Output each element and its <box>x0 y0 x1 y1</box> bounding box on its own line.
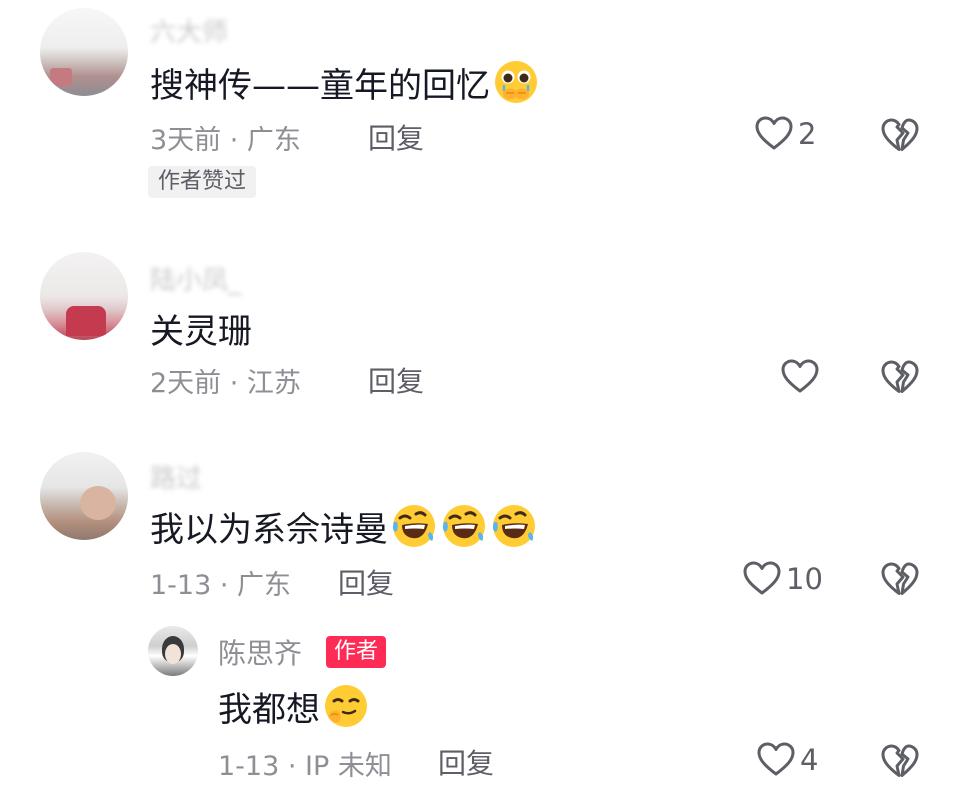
like-count: 4 <box>800 743 819 777</box>
comment-meta: 3天前 · 广东 <box>150 125 301 156</box>
author-liked-tag: 作者赞过 <box>148 166 257 198</box>
like-button[interactable]: 2 <box>754 114 816 154</box>
broken-heart-icon[interactable] <box>880 358 920 398</box>
broken-heart-icon[interactable] <box>880 742 920 782</box>
reply-text-content: 我都想 <box>218 689 320 730</box>
comment-text-content: 搜神传——童年的回忆 <box>150 65 490 106</box>
username[interactable]: 六大师 <box>150 12 228 49</box>
comment-text: 我以为系佘诗曼 <box>150 500 538 552</box>
reply-button[interactable]: 回复 <box>338 562 394 602</box>
comment-text: 关灵珊 <box>150 302 252 354</box>
like-button[interactable] <box>780 357 820 397</box>
reply-button[interactable]: 回复 <box>438 742 494 782</box>
username[interactable]: 路过 <box>150 458 202 495</box>
avatar[interactable] <box>148 626 198 676</box>
pleading-face-emoji <box>492 58 540 106</box>
comment-meta: 2天前 · 江苏 <box>150 368 301 399</box>
rolling-on-floor-laughing-emoji <box>440 502 488 550</box>
reply-button[interactable]: 回复 <box>368 360 424 400</box>
comment-text-content: 关灵珊 <box>150 311 252 352</box>
heart-icon <box>780 357 820 397</box>
like-button[interactable]: 4 <box>756 740 818 780</box>
comment-1: 六大师 搜神传——童年的回忆 3天前 · 广东 回复 2 作者赞过 <box>0 0 960 230</box>
reply-text: 我都想 <box>218 680 370 732</box>
username[interactable]: 陆小凤_ <box>150 260 241 297</box>
avatar[interactable] <box>40 8 128 96</box>
comment-text: 搜神传——童年的回忆 <box>150 56 540 108</box>
reply-1: 陈思齐 作者 我都想 1-13 · IP 未知 回复 4 <box>0 620 960 800</box>
comment-text-content: 我以为系佘诗曼 <box>150 509 388 550</box>
like-button[interactable]: 10 <box>742 559 823 599</box>
rolling-on-floor-laughing-emoji <box>390 502 438 550</box>
reply-button[interactable]: 回复 <box>368 117 424 157</box>
comment-3: 路过 我以为系佘诗曼 1-13 · 广东 回复 10 陈思齐 作者 我都想 1-… <box>0 440 960 812</box>
avatar[interactable] <box>40 452 128 540</box>
comment-meta: 1-13 · 广东 <box>150 570 292 601</box>
reply-meta: 1-13 · IP 未知 <box>218 751 392 782</box>
broken-heart-icon[interactable] <box>880 560 920 600</box>
heart-icon <box>756 740 796 780</box>
avatar[interactable] <box>40 252 128 340</box>
comment-2: 陆小凤_ 关灵珊 2天前 · 江苏 回复 <box>0 240 960 440</box>
heart-icon <box>754 114 794 154</box>
broken-heart-icon[interactable] <box>880 116 920 156</box>
heart-icon <box>742 559 782 599</box>
rolling-on-floor-laughing-emoji <box>490 502 538 550</box>
reply-username[interactable]: 陈思齐 <box>218 632 302 672</box>
smirking-face-emoji <box>322 682 370 730</box>
like-count: 10 <box>786 562 823 596</box>
author-tag: 作者 <box>326 636 387 668</box>
like-count: 2 <box>798 117 817 151</box>
